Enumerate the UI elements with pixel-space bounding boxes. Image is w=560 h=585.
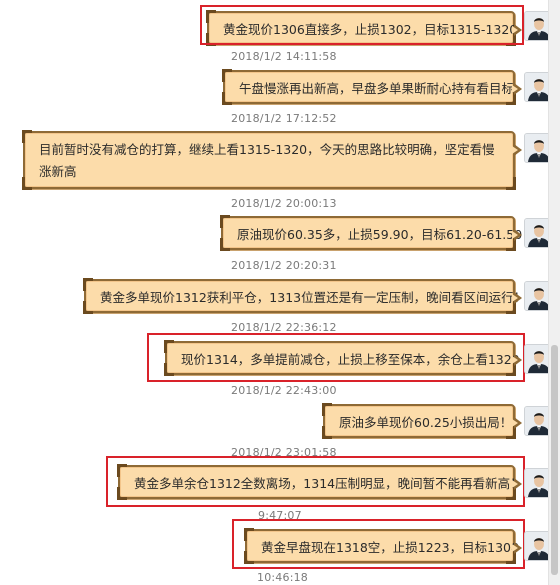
message-text: 原油现价60.35多，止损59.90，目标61.20-61.50 [237, 227, 523, 242]
timestamp: 2018/1/2 22:43:00 [231, 384, 337, 397]
message-bubble: 午盘慢涨再出新高，早盘多单果断耐心持有看目标 [222, 69, 522, 105]
message-text: 午盘慢涨再出新高，早盘多单果断耐心持有看目标 [239, 81, 515, 96]
timestamp: 2018/1/2 17:12:52 [231, 112, 337, 125]
message-bubble: 原油多单现价60.25小损出局！ [322, 403, 522, 439]
user-avatar-icon[interactable] [524, 468, 548, 498]
vertical-scrollbar[interactable] [548, 0, 560, 585]
message-bubble: 黄金多单现价1312获利平仓，1313位置还是有一定压制，晚间看区间运行！ [83, 278, 527, 314]
user-avatar-icon[interactable] [524, 11, 548, 41]
user-avatar-icon[interactable] [524, 531, 548, 561]
timestamp: 2018/1/2 20:20:31 [231, 259, 337, 272]
chat-history: 黄金现价1306直接多，止损1302，目标1315-1320 2018/1/2 … [0, 0, 548, 585]
user-avatar-icon[interactable] [524, 281, 548, 311]
scrollbar-thumb[interactable] [551, 345, 558, 575]
timestamp: 2018/1/2 14:11:58 [231, 50, 337, 63]
user-avatar-icon[interactable] [524, 133, 548, 163]
message-text: 原油多单现价60.25小损出局！ [339, 415, 513, 430]
user-avatar-icon[interactable] [524, 344, 548, 374]
timestamp: 10:46:18 [257, 571, 309, 584]
timestamp: 2018/1/2 20:00:13 [231, 197, 337, 210]
message-text: 黄金多单现价1312获利平仓，1313位置还是有一定压制，晚间看区间运行！ [100, 290, 527, 305]
message-bubble: 原油现价60.35多，止损59.90，目标61.20-61.50 [220, 215, 523, 251]
highlight-box [200, 5, 524, 45]
highlight-box [232, 519, 525, 569]
user-avatar-icon[interactable] [524, 406, 548, 436]
highlight-box [147, 333, 525, 382]
message-text: 目前暂时没有减仓的打算，继续上看1315-1320，今天的思路比较明确，坚定看慢… [39, 142, 495, 179]
highlight-box [106, 456, 525, 507]
message-bubble: 目前暂时没有减仓的打算，继续上看1315-1320，今天的思路比较明确，坚定看慢… [22, 130, 522, 190]
user-avatar-icon[interactable] [524, 218, 548, 248]
user-avatar-icon[interactable] [524, 72, 548, 102]
